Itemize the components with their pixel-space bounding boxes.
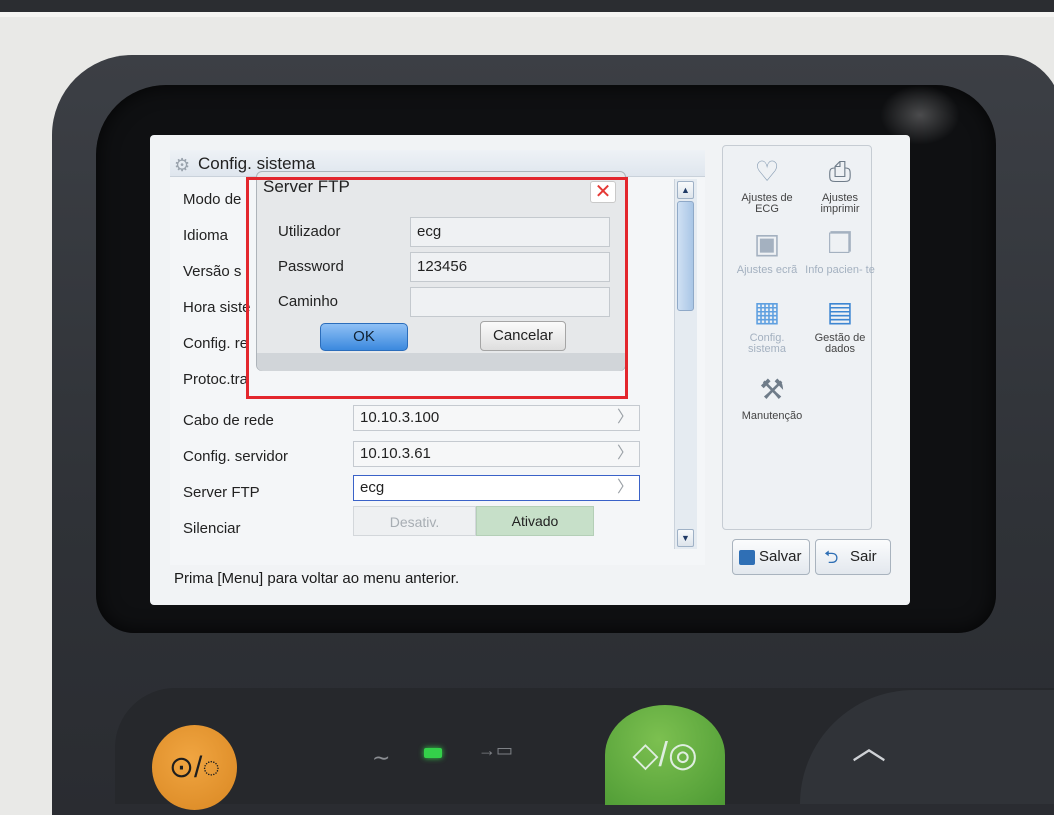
- ftp-server-field[interactable]: ecg 〉: [353, 475, 640, 501]
- mute-off-option[interactable]: Desativ.: [353, 506, 476, 536]
- patient-info-icon: ❐: [827, 228, 853, 259]
- exit-arrow-icon: ⮌: [824, 547, 839, 567]
- maintenance-icon: ⚒: [759, 374, 785, 405]
- top-gap: [0, 12, 1054, 17]
- sidebar-item-label: Ajustes ecrã: [736, 264, 798, 276]
- sidebar-item-patient-info[interactable]: ❐ Info pacien- te: [805, 227, 875, 276]
- sidebar-item-label: Info pacien- te: [805, 264, 875, 276]
- heart-ecg-icon: ♡: [754, 156, 780, 187]
- chevron-up-icon[interactable]: ︿: [852, 720, 886, 769]
- network-cable-value: 10.10.3.100: [360, 409, 440, 426]
- sidebar-item-label: Gestão de dados: [814, 332, 866, 355]
- scroll-up-arrow-icon[interactable]: ▲: [677, 181, 694, 199]
- row-label-network-config: Config. re: [183, 335, 249, 352]
- scroll-down-arrow-icon[interactable]: ▼: [677, 529, 694, 547]
- ftp-server-value: ecg: [360, 479, 385, 496]
- network-cable-field[interactable]: 10.10.3.100 〉: [353, 405, 640, 431]
- battery-icon: →▭: [478, 740, 514, 760]
- sidebar-item-label: Ajustes imprimir: [820, 192, 860, 215]
- mute-on-option[interactable]: Ativado: [476, 506, 594, 536]
- status-hint: Prima [Menu] para voltar ao menu anterio…: [174, 570, 460, 587]
- exit-button[interactable]: ⮌ Sair: [815, 539, 891, 575]
- ac-power-icon: ∼: [372, 745, 391, 770]
- sidebar-item-label: Ajustes de ECG: [741, 192, 793, 215]
- row-label-ftp-server: Server FTP: [183, 484, 260, 501]
- server-config-field[interactable]: 10.10.3.61 〉: [353, 441, 640, 467]
- sidebar-item-maintenance[interactable]: ⚒ Manutenção: [732, 373, 812, 422]
- red-highlight-box: [246, 177, 628, 399]
- row-label-network-cable: Cabo de rede: [183, 412, 274, 429]
- chevron-right-icon: 〉: [616, 409, 633, 426]
- server-config-value: 10.10.3.61: [360, 445, 431, 462]
- chevron-right-icon: 〉: [616, 479, 633, 496]
- system-config-icon: ▦: [753, 296, 781, 327]
- row-label-mode: Modo de: [183, 191, 242, 208]
- sidebar-item-ecg-settings[interactable]: ♡ Ajustes de ECG: [732, 155, 802, 215]
- sidebar-item-system-config[interactable]: ▦ Config. sistema: [732, 295, 802, 355]
- sidebar-item-label: Manutenção: [741, 410, 803, 422]
- top-frame: [0, 0, 1054, 12]
- data-management-icon: ▤: [826, 296, 854, 327]
- power-key-icon[interactable]: ⊙/◌: [152, 725, 237, 810]
- scrollbar-thumb[interactable]: [677, 201, 694, 311]
- save-disk-icon: [739, 550, 755, 565]
- gear-icon: ⚙: [174, 155, 191, 175]
- save-button-label: Salvar: [759, 548, 802, 565]
- sidebar-item-screen-settings[interactable]: ▣ Ajustes ecrã: [732, 227, 802, 276]
- sidebar-item-data-management[interactable]: ▤ Gestão de dados: [805, 295, 875, 355]
- printer-icon: ⎙: [828, 156, 852, 187]
- battery-led-indicator: [424, 748, 442, 758]
- screen-icon: ▣: [753, 228, 781, 259]
- row-label-protocol: Protoc.tra: [183, 371, 249, 388]
- exit-button-label: Sair: [850, 548, 877, 565]
- sidebar-item-print-settings[interactable]: ⎙ Ajustes imprimir: [805, 155, 875, 215]
- start-stop-key-icon[interactable]: ◇/◎: [605, 705, 725, 805]
- row-label-system-time: Hora siste: [183, 299, 251, 316]
- chevron-right-icon: 〉: [616, 445, 633, 462]
- row-label-version: Versão s: [183, 263, 242, 280]
- row-label-language: Idioma: [183, 227, 229, 244]
- save-button[interactable]: Salvar: [732, 539, 810, 575]
- sidebar-item-label: Config. sistema: [748, 332, 786, 355]
- row-label-mute: Silenciar: [183, 520, 241, 537]
- row-label-server-config: Config. servidor: [183, 448, 289, 465]
